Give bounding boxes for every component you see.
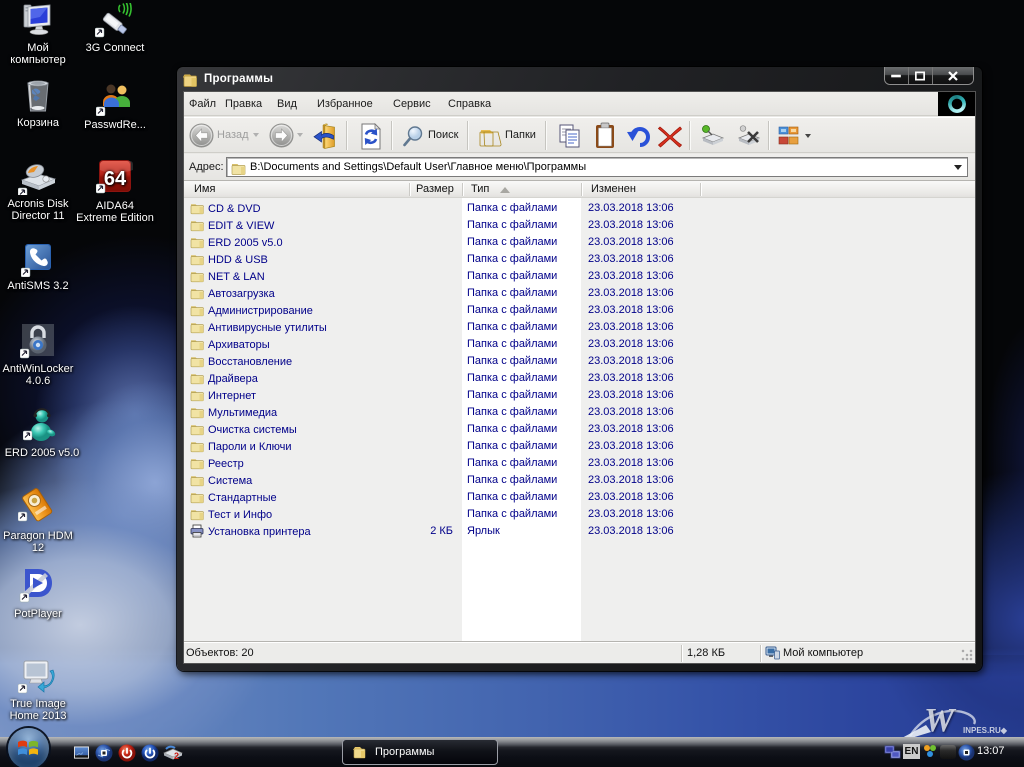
svg-text:2: 2 [174, 751, 179, 761]
svg-text:64: 64 [104, 168, 127, 190]
